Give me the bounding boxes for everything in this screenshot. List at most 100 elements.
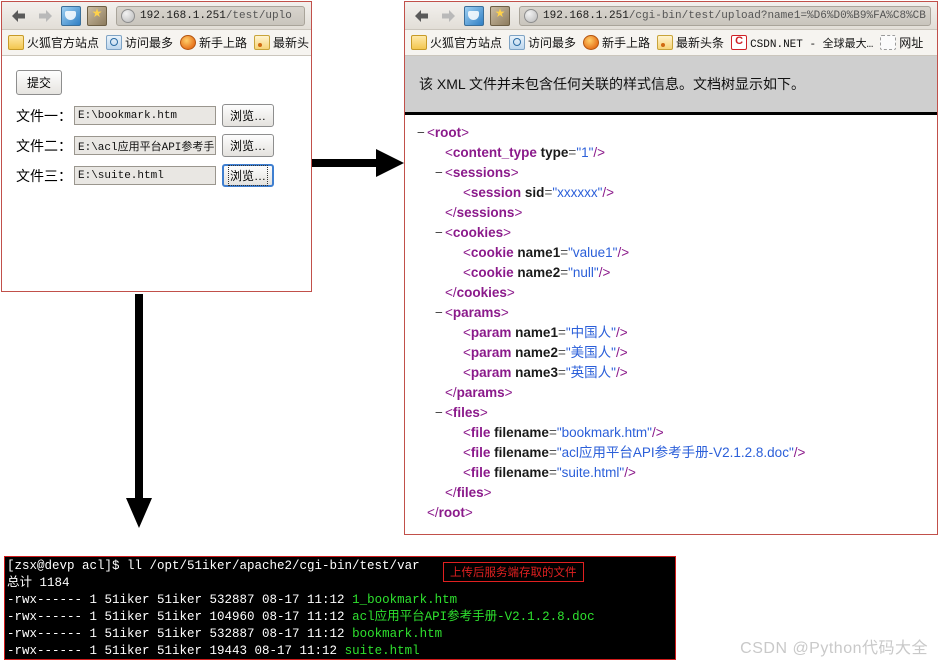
collapse-toggle-icon[interactable]: − (435, 403, 445, 423)
xml-punct: < (463, 425, 471, 440)
forward-arrow-icon (39, 9, 52, 22)
collapse-toggle-icon[interactable]: − (435, 303, 445, 323)
xml-punct: < (445, 225, 453, 240)
forward-button[interactable] (32, 5, 58, 27)
xml-tag-name: cookies (452, 225, 504, 240)
file-input-3[interactable]: E:\suite.html (74, 166, 216, 185)
collapse-toggle-icon[interactable]: − (435, 163, 445, 183)
globe-icon (524, 8, 538, 23)
xml-punct: = (557, 365, 566, 380)
bookmark-item-firefox-official[interactable]: 火狐官方站点 (409, 34, 504, 51)
xml-line[interactable]: − <cookies> (411, 223, 927, 243)
collapse-toggle-icon[interactable]: − (435, 223, 445, 243)
xml-punct: > (506, 285, 515, 300)
xml-punct: /> (615, 325, 628, 340)
xml-punct: < (463, 325, 471, 340)
bookmark-item-getting-started[interactable]: 新手上路 (581, 34, 652, 51)
xml-attr-value: "xxxxxx" (552, 185, 603, 200)
xml-punct: < (463, 465, 471, 480)
xml-punct: > (514, 205, 523, 220)
home-button[interactable] (487, 4, 513, 27)
xml-punct: < (463, 445, 471, 460)
xml-tag-name: file (470, 445, 495, 460)
xml-punct: /> (624, 465, 636, 480)
bookmark-item-latest-headlines[interactable]: 最新头 (252, 34, 311, 51)
bookmark-item-most-visited[interactable]: 访问最多 (104, 34, 175, 51)
xml-line: <content_type type="1"/> (411, 143, 927, 163)
left-address-bar[interactable]: 192.168.1.251/test/uplo (116, 5, 305, 26)
back-arrow-icon (12, 9, 25, 22)
xml-tag-name: content_type (452, 145, 541, 160)
xml-attr-value: "null" (568, 265, 599, 280)
xml-attr-name: filename (494, 445, 549, 460)
reload-button[interactable] (461, 5, 487, 27)
xml-punct: /> (615, 365, 628, 380)
bookmark-item-firefox-official[interactable]: 火狐官方站点 (6, 34, 101, 51)
submit-button[interactable]: 提交 (16, 70, 63, 95)
xml-line: </sessions> (411, 203, 927, 223)
xml-punct: /> (602, 185, 615, 200)
xml-line[interactable]: − <params> (411, 303, 927, 323)
xml-punct: /> (615, 345, 628, 360)
firefox-icon (180, 35, 197, 50)
xml-line[interactable]: − <files> (411, 403, 927, 423)
xml-attr-value: "acl应用平台API参考手册-V2.1.2.8.doc" (556, 445, 794, 460)
xml-tag-name: session (470, 185, 525, 200)
terminal-file-list: -rwx------ 1 51iker 51iker 532887 08-17 … (7, 592, 675, 659)
reload-button[interactable] (58, 5, 84, 27)
xml-punct: = (557, 325, 566, 340)
right-bookmarks-bar: 火狐官方站点 访问最多 新手上路 最新头条 C CSDN.NET - 全球最大…… (405, 30, 937, 56)
search-icon (106, 35, 123, 50)
browse-button-2[interactable]: 浏览… (222, 134, 275, 157)
back-button[interactable] (409, 5, 435, 27)
left-browser-window: 192.168.1.251/test/uplo 火狐官方站点 访问最多 新手上路… (1, 1, 312, 292)
right-address-bar[interactable]: 192.168.1.251/cgi-bin/test/upload?name1=… (519, 5, 931, 26)
browse-button-3[interactable]: 浏览… (222, 164, 275, 187)
xml-attr-name: name2 (515, 345, 558, 360)
xml-attr-name: filename (494, 465, 549, 480)
file-input-1[interactable]: E:\bookmark.htm (74, 106, 216, 125)
bookmark-item-csdn[interactable]: C CSDN.NET - 全球最大… (729, 35, 875, 51)
terminal-file-row: -rwx------ 1 51iker 51iker 19443 08-17 1… (7, 643, 675, 659)
bookmark-item-latest-headlines[interactable]: 最新头条 (655, 34, 726, 51)
xml-attr-value: "中国人" (565, 325, 616, 340)
terminal-file-name: bookmark.htm (352, 627, 443, 641)
bookmark-item-getting-started[interactable]: 新手上路 (178, 34, 249, 51)
back-button[interactable] (6, 5, 32, 27)
collapse-toggle-icon[interactable]: − (417, 123, 427, 143)
xml-line: <param name2="美国人"/> (411, 343, 927, 363)
right-url-text: 192.168.1.251/cgi-bin/test/upload?name1=… (543, 9, 926, 22)
xml-line: <file filename="bookmark.htm"/> (411, 423, 927, 443)
xml-attr-name: type (540, 145, 569, 160)
xml-punct: < (463, 185, 471, 200)
xml-line[interactable]: − <root> (411, 123, 927, 143)
xml-line: <file filename="acl应用平台API参考手册-V2.1.2.8.… (411, 443, 927, 463)
xml-line[interactable]: − <sessions> (411, 163, 927, 183)
xml-tag-name: file (470, 425, 495, 440)
xml-punct: /> (651, 425, 664, 440)
xml-line: <cookie name2="null"/> (411, 263, 927, 283)
xml-punct: </ (445, 285, 457, 300)
xml-punct: > (464, 505, 473, 520)
reload-icon (61, 5, 81, 26)
xml-tag-name: root (434, 125, 462, 140)
xml-punct: /> (598, 265, 611, 280)
bookmark-item-most-visited[interactable]: 访问最多 (507, 34, 578, 51)
xml-line: <param name1="中国人"/> (411, 323, 927, 343)
globe-icon (121, 8, 135, 23)
file-input-2[interactable]: E:\acl应用平台API参考手 (74, 136, 216, 155)
xml-punct: > (461, 125, 470, 140)
forward-button[interactable] (435, 5, 461, 27)
file-row-1: 文件一： E:\bookmark.htm 浏览… (16, 104, 301, 127)
home-button[interactable] (84, 4, 110, 27)
file-row-2: 文件二： E:\acl应用平台API参考手 浏览… (16, 134, 301, 157)
xml-tag-name: file (470, 465, 495, 480)
browse-button-1[interactable]: 浏览… (222, 104, 275, 127)
xml-punct: < (445, 405, 453, 420)
bookmark-item-web-address[interactable]: 网址 (878, 34, 925, 51)
xml-punct: > (510, 165, 519, 180)
xml-tag-name: sessions (452, 165, 511, 180)
file-label-3: 文件三： (16, 167, 72, 184)
home-icon (87, 4, 107, 26)
left-navigation-toolbar: 192.168.1.251/test/uplo (2, 2, 311, 30)
